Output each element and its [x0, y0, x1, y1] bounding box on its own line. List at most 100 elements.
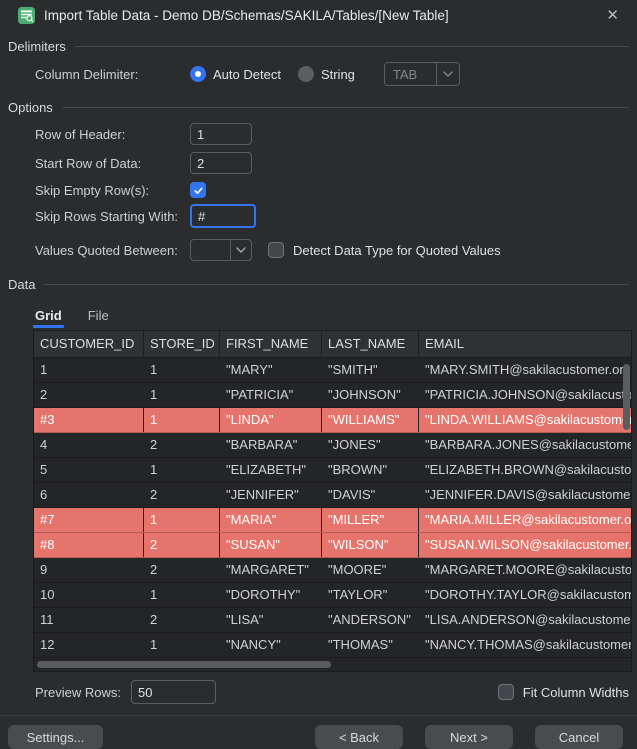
skip-rows-starting-label: Skip Rows Starting With: [35, 209, 190, 224]
table-row[interactable]: 11"MARY""SMITH""MARY.SMITH@sakilacustome… [34, 358, 631, 383]
auto-detect-radio[interactable]: Auto Detect [190, 66, 281, 82]
title-bar: Import Table Data - Demo DB/Schemas/SAKI… [0, 0, 637, 30]
table-cell: #3 [34, 408, 144, 432]
section-rule [44, 284, 629, 285]
string-radio[interactable]: String [298, 66, 355, 82]
table-cell: "SUSAN" [220, 533, 322, 557]
column-delimiter-label: Column Delimiter: [35, 67, 190, 82]
start-row-of-data-input[interactable] [190, 152, 252, 174]
table-cell: 1 [144, 508, 220, 532]
table-row[interactable]: 62"JENNIFER""DAVIS""JENNIFER.DAVIS@sakil… [34, 483, 631, 508]
table-cell: 1 [144, 358, 220, 382]
section-rule [75, 46, 629, 47]
column-header[interactable]: EMAIL [419, 331, 631, 358]
grid-header: CUSTOMER_IDSTORE_IDFIRST_NAMELAST_NAMEEM… [34, 331, 631, 358]
table-cell: #8 [34, 533, 144, 557]
horizontal-scrollbar-thumb[interactable] [37, 661, 331, 668]
table-cell: 9 [34, 558, 144, 582]
table-row[interactable]: 92"MARGARET""MOORE""MARGARET.MOORE@sakil… [34, 558, 631, 583]
table-cell: 2 [144, 558, 220, 582]
options-section-header: Options [0, 98, 637, 116]
table-cell: "PATRICIA.JOHNSON@sakilacustomer.org" [419, 383, 631, 407]
back-button[interactable]: < Back [315, 725, 403, 749]
delimiter-select-value: TAB [385, 67, 436, 82]
table-cell: "BROWN" [322, 458, 419, 482]
table-cell: "MOORE" [322, 558, 419, 582]
table-row[interactable]: 42"BARBARA""JONES""BARBARA.JONES@sakilac… [34, 433, 631, 458]
options-section-label: Options [8, 100, 53, 115]
delimiters-section-header: Delimiters [0, 37, 637, 55]
horizontal-scrollbar[interactable] [34, 658, 631, 671]
quote-char-select[interactable] [190, 239, 252, 261]
delimiter-select[interactable]: TAB [384, 62, 460, 86]
table-cell: 2 [144, 533, 220, 557]
preview-rows-row: Preview Rows: Fit Column Widths [0, 680, 637, 704]
table-cell: 1 [144, 583, 220, 607]
table-cell: "SMITH" [322, 358, 419, 382]
start-row-of-data-label: Start Row of Data: [35, 156, 190, 171]
column-header[interactable]: FIRST_NAME [220, 331, 322, 358]
skip-rows-starting-row: Skip Rows Starting With: [35, 204, 629, 228]
table-cell: "LISA" [220, 608, 322, 632]
chevron-down-icon [437, 71, 459, 77]
detect-data-type-checkbox[interactable] [268, 242, 284, 258]
column-header[interactable]: STORE_ID [144, 331, 220, 358]
settings-button[interactable]: Settings... [8, 725, 103, 749]
table-cell: "ELIZABETH" [220, 458, 322, 482]
fit-column-widths-group: Fit Column Widths [498, 684, 629, 700]
table-cell: 1 [144, 408, 220, 432]
table-cell: "PATRICIA" [220, 383, 322, 407]
skip-rows-starting-input[interactable] [190, 204, 256, 228]
import-table-data-dialog: Import Table Data - Demo DB/Schemas/SAKI… [0, 0, 637, 715]
table-cell: "MARY" [220, 358, 322, 382]
data-tabs: Grid File [0, 302, 637, 328]
table-cell: 1 [144, 458, 220, 482]
table-cell: 1 [144, 633, 220, 657]
detect-data-type-label: Detect Data Type for Quoted Values [293, 243, 501, 258]
table-cell: 10 [34, 583, 144, 607]
table-row-skipped[interactable]: #82"SUSAN""WILSON""SUSAN.WILSON@sakilacu… [34, 533, 631, 558]
table-cell: "MARY.SMITH@sakilacustomer.org" [419, 358, 631, 382]
row-of-header-input[interactable] [190, 123, 252, 145]
table-cell: "BARBARA.JONES@sakilacustomer.org" [419, 433, 631, 457]
table-cell: 2 [34, 383, 144, 407]
column-header[interactable]: CUSTOMER_ID [34, 331, 144, 358]
table-cell: "LINDA.WILLIAMS@sakilacustomer.org" [419, 408, 631, 432]
table-row[interactable]: 112"LISA""ANDERSON""LISA.ANDERSON@sakila… [34, 608, 631, 633]
table-cell: "DAVIS" [322, 483, 419, 507]
table-row-skipped[interactable]: #31"LINDA""WILLIAMS""LINDA.WILLIAMS@saki… [34, 408, 631, 433]
chevron-down-icon [231, 247, 251, 253]
table-cell: 6 [34, 483, 144, 507]
close-icon[interactable]: ✕ [602, 6, 623, 25]
table-cell: "SUSAN.WILSON@sakilacustomer.org" [419, 533, 631, 557]
row-of-header-row: Row of Header: [35, 123, 629, 145]
table-row[interactable]: 51"ELIZABETH""BROWN""ELIZABETH.BROWN@sak… [34, 458, 631, 483]
table-cell: "LINDA" [220, 408, 322, 432]
table-row[interactable]: 21"PATRICIA""JOHNSON""PATRICIA.JOHNSON@s… [34, 383, 631, 408]
skip-empty-rows-checkbox[interactable] [190, 182, 206, 198]
checkmark-icon [193, 185, 204, 196]
table-row[interactable]: 101"DOROTHY""TAYLOR""DOROTHY.TAYLOR@saki… [34, 583, 631, 608]
vertical-scrollbar[interactable] [622, 358, 631, 658]
table-cell: "BARBARA" [220, 433, 322, 457]
preview-grid: CUSTOMER_IDSTORE_IDFIRST_NAMELAST_NAMEEM… [33, 330, 632, 672]
table-cell: "NANCY" [220, 633, 322, 657]
cancel-button[interactable]: Cancel [535, 725, 623, 749]
tab-file[interactable]: File [88, 302, 109, 328]
table-cell: "WILSON" [322, 533, 419, 557]
table-cell: "JONES" [322, 433, 419, 457]
radio-disc-icon [298, 66, 314, 82]
section-rule [62, 107, 629, 108]
auto-detect-radio-label: Auto Detect [213, 67, 281, 82]
table-row-skipped[interactable]: #71"MARIA""MILLER""MARIA.MILLER@sakilacu… [34, 508, 631, 533]
skip-empty-rows-label: Skip Empty Row(s): [35, 183, 190, 198]
tab-grid[interactable]: Grid [35, 302, 62, 328]
fit-column-widths-checkbox[interactable] [498, 684, 514, 700]
vertical-scrollbar-thumb[interactable] [623, 364, 630, 430]
table-row[interactable]: 121"NANCY""THOMAS""NANCY.THOMAS@sakilacu… [34, 633, 631, 658]
column-header[interactable]: LAST_NAME [322, 331, 419, 358]
start-row-of-data-row: Start Row of Data: [35, 152, 629, 174]
preview-rows-input[interactable] [131, 680, 216, 704]
table-cell: "MARGARET" [220, 558, 322, 582]
next-button[interactable]: Next > [425, 725, 513, 749]
